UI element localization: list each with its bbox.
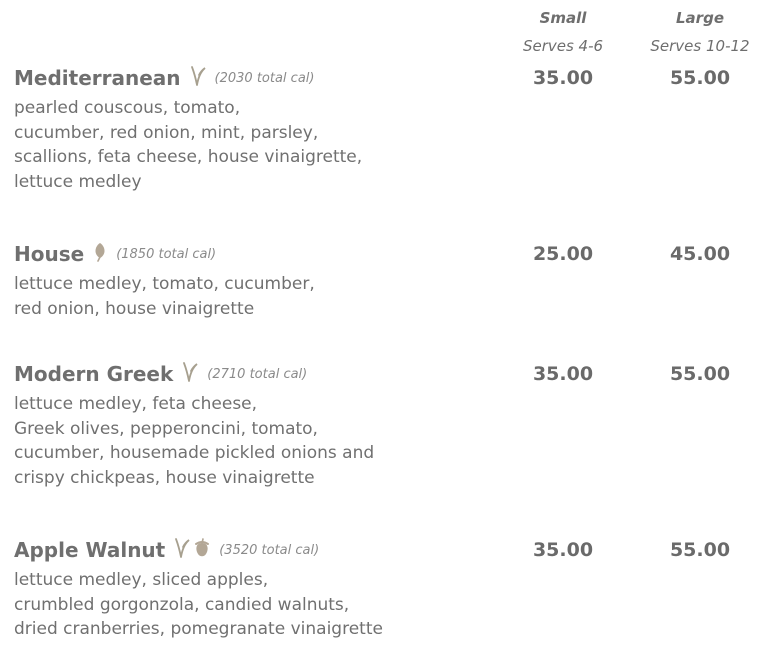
price-large: 55.00 (669, 363, 731, 385)
header-large-label: Large (676, 9, 724, 27)
vegetarian-sprout-icon (181, 361, 199, 387)
item-description: lettuce medley, sliced apples, crumbled … (14, 568, 484, 642)
item-calories: (2710 total cal) (207, 366, 308, 382)
vegetarian-sprout-icon (189, 65, 207, 91)
desc-line: lettuce medley, feta cheese, (14, 394, 258, 414)
item-calories: (1850 total cal) (116, 246, 217, 262)
desc-line: cucumber, housemade pickled onions and (14, 443, 375, 463)
vegetarian-sprout-icon (173, 537, 191, 563)
menu-item-modern-greek: Modern Greek (2710 total cal) lettuce me… (14, 356, 754, 490)
item-name: House (14, 242, 85, 266)
item-name: Mediterranean (14, 66, 181, 90)
header-small: Small Serves 4-6 (500, 4, 626, 60)
desc-line: crumbled gorgonzola, candied walnuts, (14, 594, 350, 615)
desc-line: Greek olives, pepperoncini, tomato, (14, 418, 318, 439)
item-calories: (3520 total cal) (219, 542, 320, 558)
menu-item-house: House (1850 total cal) lettuce medley, t… (14, 236, 754, 321)
nut-icon (193, 538, 211, 562)
vegan-leaf-icon (92, 242, 108, 266)
price-small: 35.00 (532, 67, 594, 89)
item-calories: (2030 total cal) (214, 70, 315, 86)
header-small-serves: Serves 4-6 (522, 37, 604, 55)
header-small-label: Small (539, 9, 587, 27)
item-description: pearled couscous, tomato, cucumber, red … (14, 96, 484, 194)
desc-line: lettuce medley, tomato, cucumber, (14, 274, 315, 294)
menu-item-mediterranean: Mediterranean (2030 total cal) pearled c… (14, 60, 754, 194)
price-small: 25.00 (532, 243, 594, 265)
price-small: 35.00 (532, 363, 594, 385)
price-small: 35.00 (532, 539, 594, 561)
item-description: lettuce medley, tomato, cucumber, red on… (14, 272, 484, 321)
price-large: 45.00 (669, 243, 731, 265)
desc-line: cucumber, red onion, mint, parsley, (14, 122, 319, 143)
price-large: 55.00 (669, 539, 731, 561)
desc-line: lettuce medley, sliced apples, (14, 570, 269, 590)
item-description: lettuce medley, feta cheese, Greek olive… (14, 392, 484, 490)
desc-line: dried cranberries, pomegranate vinaigret… (14, 619, 383, 639)
price-large: 55.00 (669, 67, 731, 89)
desc-line: pearled couscous, tomato, (14, 98, 241, 118)
header-large: Large Serves 10-12 (637, 4, 763, 60)
menu-item-apple-walnut: Apple Walnut (3520 total cal) lettuce me… (14, 532, 754, 642)
desc-line: scallions, feta cheese, house vinaigrett… (14, 147, 363, 167)
header-large-serves: Serves 10-12 (650, 37, 750, 55)
desc-line: crispy chickpeas, house vinaigrette (14, 467, 315, 488)
desc-line: lettuce medley (14, 171, 142, 192)
item-name: Apple Walnut (14, 538, 166, 562)
desc-line: red onion, house vinaigrette (14, 298, 255, 319)
item-name: Modern Greek (14, 362, 174, 386)
